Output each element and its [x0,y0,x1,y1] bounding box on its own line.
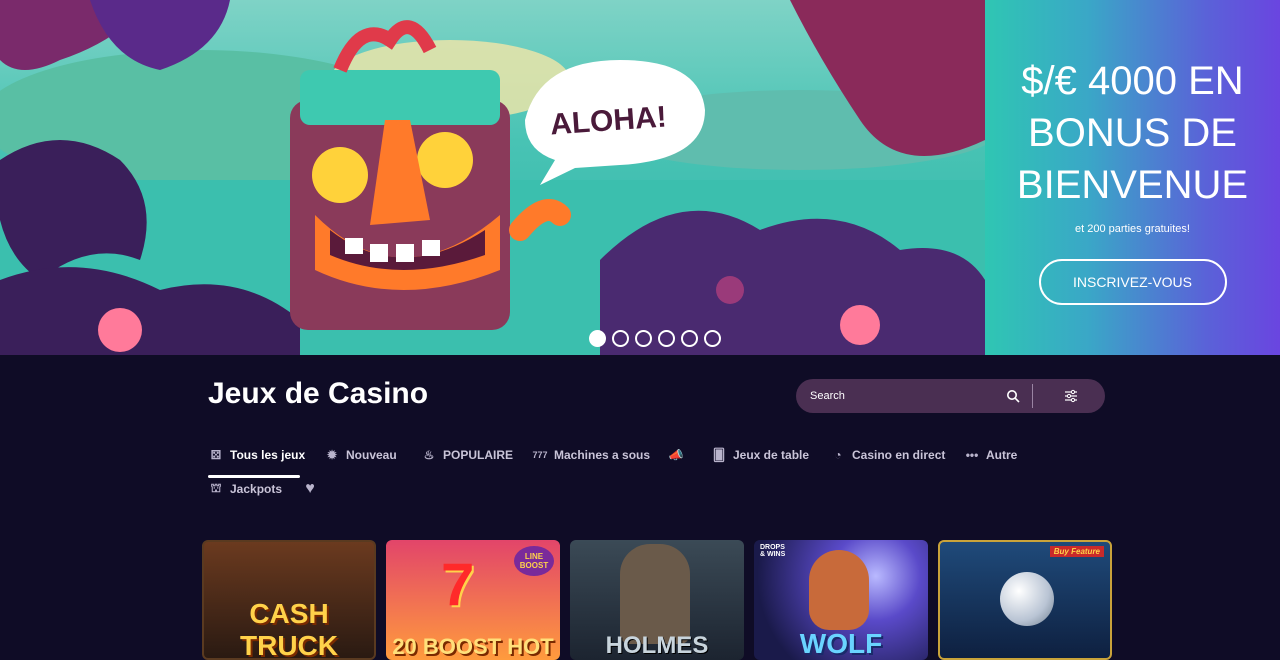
more-dots-icon: ••• [965,448,979,462]
tab-label: Jackpots [230,482,283,496]
game-title: WOLF [799,628,883,659]
carousel-dot-6[interactable] [704,330,721,347]
active-tab-underline [208,475,300,478]
search-icon[interactable] [1006,389,1020,403]
slot-777-icon: 777 [532,450,548,460]
wolf-head [809,550,869,630]
tab-casino-en-direct[interactable]: ◔ Casino en direct [830,445,945,465]
tab-label: Nouveau [346,448,397,462]
tab-jackpots[interactable]: ⛫ Jackpots [208,479,282,499]
game-grid: CASH TRUCK LINE BOOST 7 20 BOOST HOT HOL… [202,540,1112,660]
game-badge: DROPS & WINS [760,544,786,558]
tab-populaire[interactable]: ♨ POPULAIRE [421,445,513,465]
seven-symbol: 7 [441,551,475,618]
bonus-title: $/€ 4000 EN BONUS DE BIENVENUE [1016,59,1249,207]
search-divider [1032,384,1033,408]
tab-tous-les-jeux[interactable]: ⚄ Tous les jeux [208,445,305,465]
page-title: Jeux de Casino [208,377,429,410]
hero-banner: ALOHA! $/€ 4000 EN BONUS DE BIENVENUE et… [0,0,1280,355]
tab-label: Autre [986,448,1018,462]
tab-favorites[interactable]: ♥ [302,479,318,499]
game-title: HOLMES [605,632,709,659]
welcome-bonus-panel: $/€ 4000 EN BONUS DE BIENVENUE et 200 pa… [985,0,1280,355]
tiki-aloha-illustration: ALOHA! [0,0,985,355]
heart-icon: ♥ [305,480,315,497]
tab-label: Machines a sous [554,448,651,462]
search-input[interactable] [810,387,990,405]
cards-icon: 🂠 [712,448,726,462]
tab-label: Casino en direct [852,448,946,462]
bonus-subtitle: et 200 parties gratuites! [1075,223,1190,235]
game-tile-cash-truck[interactable]: CASH TRUCK [202,540,376,660]
carousel-dot-1[interactable] [589,330,606,347]
tab-autre[interactable]: ••• Autre [964,445,1018,465]
new-badge-icon: ✹ [326,448,338,462]
casino-games-section: Jeux de Casino ⚄ Tous les jeux ✹ Nouveau… [0,355,1280,660]
tab-nouveau[interactable]: ✹ Nouveau [324,445,397,465]
carousel-dot-5[interactable] [681,330,698,347]
game-title: CASH TRUCK [240,598,338,660]
jackpot-siren-icon: ⛫ [210,481,222,495]
tab-promotions[interactable]: 📣 [668,445,684,465]
dice-icon: ⚄ [210,448,222,462]
carousel-dot-2[interactable] [612,330,629,347]
tab-jeux-de-table[interactable]: 🂠 Jeux de table [711,445,809,465]
signup-button[interactable]: INSCRIVEZ-VOUS [1038,259,1227,305]
tab-label: POPULAIRE [443,448,514,462]
game-tile-holmes[interactable]: HOLMES [570,540,744,660]
filter-sliders-icon[interactable] [1064,389,1078,403]
carousel-dot-4[interactable] [658,330,675,347]
pearl-shell [1000,572,1054,626]
carousel-dots [589,330,721,347]
fire-icon: ♨ [423,448,435,462]
tab-label: Tous les jeux [230,448,306,462]
megaphone-icon: 📣 [668,448,684,462]
tab-label: Jeux de table [733,448,810,462]
game-tile-pearl[interactable]: Buy Feature [938,540,1112,660]
live-dealer-icon: ◔ [834,448,842,462]
game-badge: LINE BOOST [514,546,554,576]
game-tile-20-boost-hot[interactable]: LINE BOOST 7 20 BOOST HOT [386,540,560,660]
game-badge: Buy Feature [1049,546,1104,557]
tab-machines-a-sous[interactable]: 777 Machines a sous [532,445,650,465]
carousel-dot-3[interactable] [635,330,652,347]
search-bar [796,379,1105,413]
game-tile-wolf[interactable]: DROPS & WINS WOLF [754,540,928,660]
game-title: 20 BOOST HOT [392,634,554,659]
hero-illustration[interactable]: ALOHA! [0,0,985,355]
detective-figure [620,544,690,644]
